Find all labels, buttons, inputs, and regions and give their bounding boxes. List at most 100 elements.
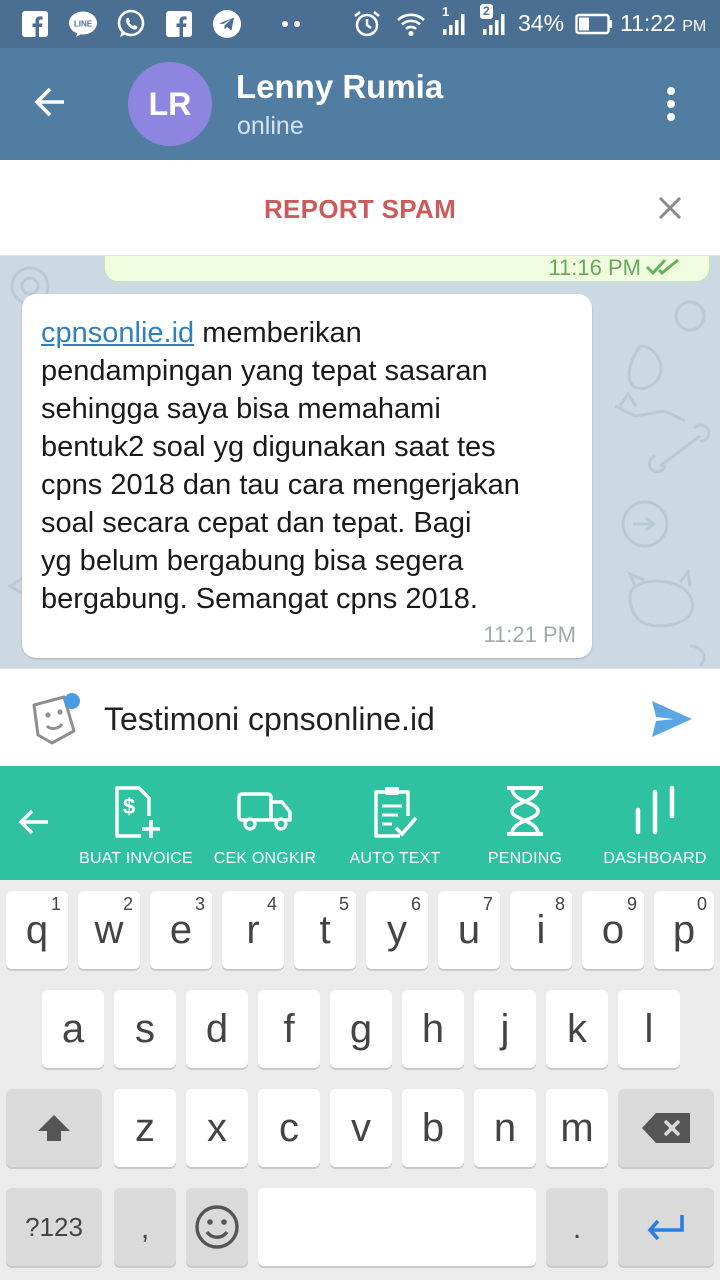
battery-icon	[574, 9, 614, 39]
key-r[interactable]: r4	[222, 891, 284, 969]
shift-key[interactable]	[6, 1089, 102, 1167]
facebook-icon	[20, 9, 50, 39]
dot-icon	[667, 113, 675, 121]
contact-name[interactable]: Lenny Rumia	[236, 68, 443, 106]
key-a[interactable]: a	[42, 990, 104, 1068]
whatsapp-icon	[116, 9, 146, 39]
key-o[interactable]: o9	[582, 891, 644, 969]
key-d[interactable]: d	[186, 990, 248, 1068]
toolbar-cek-ongkir[interactable]: CEK ONGKIR	[200, 784, 330, 874]
toolbar-auto-text[interactable]: AUTO TEXT	[330, 784, 460, 874]
toolbar-buat-invoice[interactable]: $ BUAT INVOICE	[71, 784, 201, 874]
spacebar[interactable]	[258, 1188, 536, 1266]
line-icon: LINE	[68, 9, 98, 39]
backspace-key[interactable]	[618, 1089, 714, 1167]
invoice-icon: $	[115, 786, 160, 838]
message-input[interactable]: Testimoni cpnsonline.id	[104, 701, 435, 738]
key-f[interactable]: f	[258, 990, 320, 1068]
key-q[interactable]: q1	[6, 891, 68, 969]
shift-arrow-icon	[38, 1115, 70, 1141]
telegram-icon	[212, 9, 242, 39]
key-v[interactable]: v	[330, 1089, 392, 1167]
close-icon[interactable]	[656, 194, 686, 224]
enter-arrow-icon	[647, 1215, 684, 1241]
clipboard-check-icon	[374, 787, 418, 838]
emoji-key[interactable]	[186, 1188, 248, 1266]
facebook-icon	[164, 9, 194, 39]
message-composer: Testimoni cpnsonline.id	[0, 668, 720, 766]
report-spam-button[interactable]: REPORT SPAM	[0, 194, 720, 225]
enter-key[interactable]	[618, 1188, 714, 1266]
message-text: cpnsonlie.id memberikan pendampingan yan…	[41, 314, 581, 618]
double-check-icon	[645, 258, 679, 276]
key-p[interactable]: p0	[654, 891, 714, 969]
key-s[interactable]: s	[114, 990, 176, 1068]
key-period[interactable]: .	[546, 1188, 608, 1266]
svg-text:LINE: LINE	[74, 20, 93, 29]
chat-header: LR Lenny Rumia online	[0, 48, 720, 160]
dot-icon	[667, 87, 675, 95]
key-b[interactable]: b	[402, 1089, 464, 1167]
battery-percent: 34%	[518, 10, 565, 36]
wifi-icon	[396, 9, 426, 39]
key-x[interactable]: x	[186, 1089, 248, 1167]
backspace-icon	[642, 1113, 690, 1143]
hourglass-icon	[507, 786, 543, 836]
symbols-key[interactable]: ?123	[6, 1188, 102, 1266]
key-i[interactable]: i8	[510, 891, 572, 969]
incoming-message[interactable]: cpnsonlie.id memberikan pendampingan yan…	[22, 294, 592, 658]
contact-status: online	[237, 112, 304, 140]
outgoing-message[interactable]: 11:16 PM	[104, 256, 710, 282]
key-c[interactable]: c	[258, 1089, 320, 1167]
smiley-icon	[195, 1205, 239, 1249]
sticker-button[interactable]	[28, 693, 82, 747]
key-h[interactable]: h	[402, 990, 464, 1068]
key-t[interactable]: t5	[294, 891, 356, 969]
arrow-left-icon	[34, 87, 64, 117]
bar-chart-icon	[635, 785, 675, 835]
key-j[interactable]: j	[474, 990, 536, 1068]
signal-sim1-icon: 1	[436, 4, 472, 39]
key-z[interactable]: z	[114, 1089, 176, 1167]
toolbar-dashboard[interactable]: DASHBOARD	[590, 784, 720, 874]
toolbar-label: BUAT INVOICE	[79, 850, 193, 867]
back-button[interactable]	[30, 82, 80, 126]
arrow-left-icon	[18, 809, 48, 835]
key-g[interactable]: g	[330, 990, 392, 1068]
key-comma[interactable]: ,	[114, 1188, 176, 1266]
key-w[interactable]: w2	[78, 891, 140, 969]
key-k[interactable]: k	[546, 990, 608, 1068]
message-body: memberikan pendampingan yang tepat sasar…	[41, 317, 520, 615]
key-y[interactable]: y6	[366, 891, 428, 969]
message-time: 11:21 PM	[483, 622, 576, 647]
more-notifications-icon	[276, 9, 306, 39]
send-icon	[652, 701, 692, 737]
quick-toolbar: $ BUAT INVOICE CEK ONGKIR AUTO TEXT PEND…	[0, 766, 720, 880]
toolbar-label: AUTO TEXT	[349, 850, 441, 867]
key-m[interactable]: m	[546, 1089, 608, 1167]
alarm-icon	[352, 9, 382, 39]
svg-text:$: $	[123, 794, 135, 819]
dot-icon	[667, 100, 675, 108]
toolbar-label: CEK ONGKIR	[213, 850, 317, 867]
toolbar-back-button[interactable]	[16, 804, 56, 840]
toolbar-pending[interactable]: PENDING	[460, 784, 590, 874]
key-u[interactable]: u7	[438, 891, 500, 969]
overflow-menu-button[interactable]	[656, 84, 686, 124]
chat-area[interactable]: 11:16 PM cpnsonlie.id memberikan pendamp…	[0, 256, 720, 668]
key-l[interactable]: l	[618, 990, 680, 1068]
sticker-icon	[32, 693, 80, 745]
keyboard: q1 w2 e3 r4 t5 y6 u7 i8 o9 p0 a s d f g …	[0, 880, 720, 1280]
key-e[interactable]: e3	[150, 891, 212, 969]
status-bar: LINE 1 2 34% 11:22 PM	[0, 0, 720, 48]
key-n[interactable]: n	[474, 1089, 536, 1167]
truck-icon	[237, 792, 292, 831]
signal-sim2-icon: 2	[476, 4, 512, 39]
send-button[interactable]	[650, 699, 694, 739]
clock: 11:22 PM	[620, 10, 707, 36]
toolbar-label: PENDING	[487, 850, 563, 867]
avatar[interactable]: LR	[128, 62, 212, 146]
message-link[interactable]: cpnsonlie.id	[41, 317, 194, 349]
report-spam-bar: REPORT SPAM	[0, 160, 720, 256]
toolbar-label: DASHBOARD	[603, 850, 707, 867]
